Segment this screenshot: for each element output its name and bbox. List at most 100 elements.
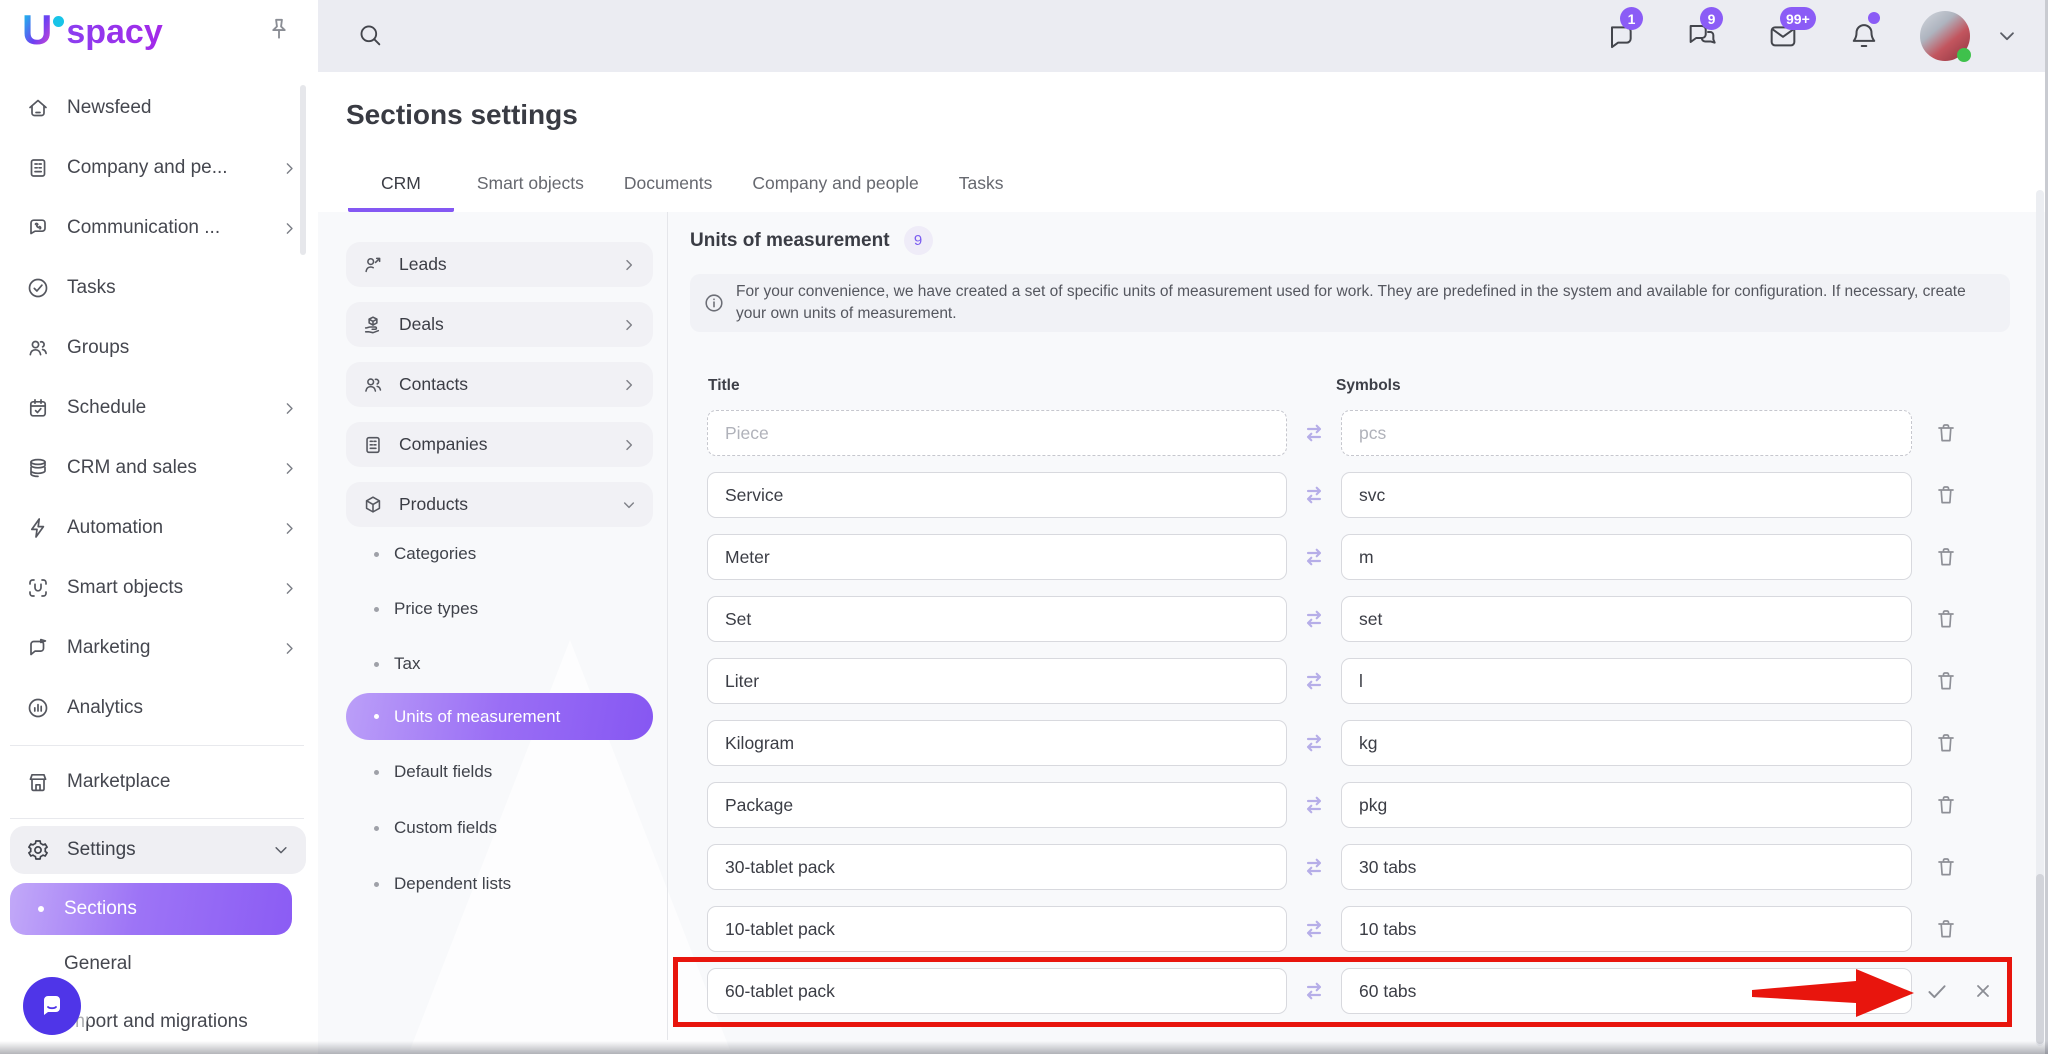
chevron-right-icon [621,257,637,273]
bullet-icon [374,826,379,831]
subnav-products[interactable]: Products [346,482,653,527]
subnav-item-dependent-lists[interactable]: Dependent lists [346,864,653,904]
unit-row [707,658,2012,704]
unit-title-input[interactable] [707,534,1287,580]
subnav-deals[interactable]: Deals [346,302,653,347]
sidebar-subitem-sections-active[interactable]: Sections [10,883,292,935]
sidebar-item-label: Company and pe... [67,157,228,179]
deal-icon [362,314,384,336]
editing-unit-title-input[interactable] [707,968,1287,1014]
swap-icon-box [1287,420,1341,446]
delete-unit-button[interactable] [1934,545,1958,569]
sidebar-nav: Newsfeed Company and pe... Communication… [0,78,318,1051]
subnav-label: Products [399,494,468,515]
chevron-down-icon [621,497,637,513]
smart-objects-icon [26,576,50,600]
subnav-leads[interactable]: Leads [346,242,653,287]
delete-unit-button[interactable] [1934,421,1958,445]
sidebar-item-settings[interactable]: Settings [10,826,306,874]
cancel-unit-button[interactable] [1971,979,1995,1003]
sidebar-item-schedule[interactable]: Schedule [0,378,318,438]
unit-title-input[interactable] [707,782,1287,828]
bullet-icon [374,714,379,719]
unit-symbols-input[interactable] [1341,844,1912,890]
tab-tasks[interactable]: Tasks [942,173,1021,212]
delete-unit-button[interactable] [1934,483,1958,507]
notifications-button[interactable] [1848,20,1880,52]
delete-unit-button[interactable] [1934,793,1958,817]
delete-unit-button[interactable] [1934,731,1958,755]
chevron-right-icon [281,400,298,417]
unit-symbols-input[interactable] [1341,534,1912,580]
subnav-item-price-types[interactable]: Price types [346,589,653,629]
unit-title-input[interactable] [707,596,1287,642]
trash-icon [1934,917,1958,941]
app-screen: U spacy Newsfeed Company and pe... [0,0,2048,1054]
swap-icon [1301,482,1327,508]
tab-company-and-people[interactable]: Company and people [735,173,935,212]
column-title: Title [708,377,740,395]
subnav-item-categories[interactable]: Categories [346,534,653,574]
unit-symbols-input[interactable] [1341,720,1912,766]
unit-title-input[interactable] [707,906,1287,952]
package-icon [362,494,384,516]
sidebar-item-marketplace[interactable]: Marketplace [0,753,318,811]
messenger-button[interactable]: 1 [1606,20,1638,52]
sidebar-item-company-and-people[interactable]: Company and pe... [0,138,318,198]
search-button[interactable] [356,21,384,49]
sidebar-item-smart-objects[interactable]: Smart objects [0,558,318,618]
subnav-item-custom-fields[interactable]: Custom fields [346,808,653,848]
subnav-item-default-fields[interactable]: Default fields [346,752,653,792]
delete-unit-button[interactable] [1934,855,1958,879]
sidebar-item-crm-and-sales[interactable]: CRM and sales [0,438,318,498]
sidebar-scrollbar[interactable] [300,85,306,255]
unit-row [707,720,2012,766]
sidebar-item-newsfeed[interactable]: Newsfeed [0,78,318,138]
subnav-label: Companies [399,434,488,455]
unit-row [707,844,2012,890]
delete-unit-button[interactable] [1934,607,1958,631]
unit-symbols-input[interactable] [1341,658,1912,704]
new-unit-title-input[interactable] [707,410,1287,456]
page-scrollbar-thumb[interactable] [2036,874,2044,1044]
sidebar-item-communication[interactable]: Communication ... [0,198,318,258]
editing-unit-symbols-input[interactable] [1341,968,1912,1014]
swap-icon [1301,854,1327,880]
subnav-item-units-of-measurement-active[interactable]: Units of measurement [346,693,653,740]
delete-unit-button[interactable] [1934,917,1958,941]
unit-title-input[interactable] [707,472,1287,518]
user-avatar[interactable] [1920,11,1970,61]
subnav-contacts[interactable]: Contacts [346,362,653,407]
new-unit-symbols-input[interactable] [1341,410,1912,456]
sidebar-item-analytics[interactable]: Analytics [0,678,318,738]
mail-button[interactable]: 99+ [1766,20,1800,52]
unit-title-input[interactable] [707,658,1287,704]
unit-symbols-input[interactable] [1341,596,1912,642]
profile-menu-button[interactable] [1996,25,2018,47]
sidebar-item-tasks[interactable]: Tasks [0,258,318,318]
unit-symbols-input[interactable] [1341,782,1912,828]
subnav-companies[interactable]: Companies [346,422,653,467]
chat-widget-button[interactable] [23,977,81,1035]
pin-sidebar-button[interactable] [266,16,292,42]
tab-smart-objects[interactable]: Smart objects [460,173,601,212]
group-chats-button[interactable]: 9 [1686,20,1718,52]
brand-logo-mark: U [22,10,52,50]
brand-logo[interactable]: U spacy [22,10,163,54]
notifications-dot [1868,12,1880,24]
sidebar-item-marketing[interactable]: Marketing [0,618,318,678]
building-icon [26,156,50,180]
unit-title-input[interactable] [707,720,1287,766]
tab-crm[interactable]: CRM [348,173,454,212]
sidebar-item-groups[interactable]: Groups [0,318,318,378]
subnav-item-tax[interactable]: Tax [346,644,653,684]
confirm-unit-button[interactable] [1924,978,1950,1004]
tab-documents[interactable]: Documents [607,173,730,212]
delete-unit-button[interactable] [1934,669,1958,693]
unit-symbols-input[interactable] [1341,472,1912,518]
brand-logo-dot-icon [53,16,64,27]
swap-icon [1301,606,1327,632]
unit-title-input[interactable] [707,844,1287,890]
unit-symbols-input[interactable] [1341,906,1912,952]
sidebar-item-automation[interactable]: Automation [0,498,318,558]
